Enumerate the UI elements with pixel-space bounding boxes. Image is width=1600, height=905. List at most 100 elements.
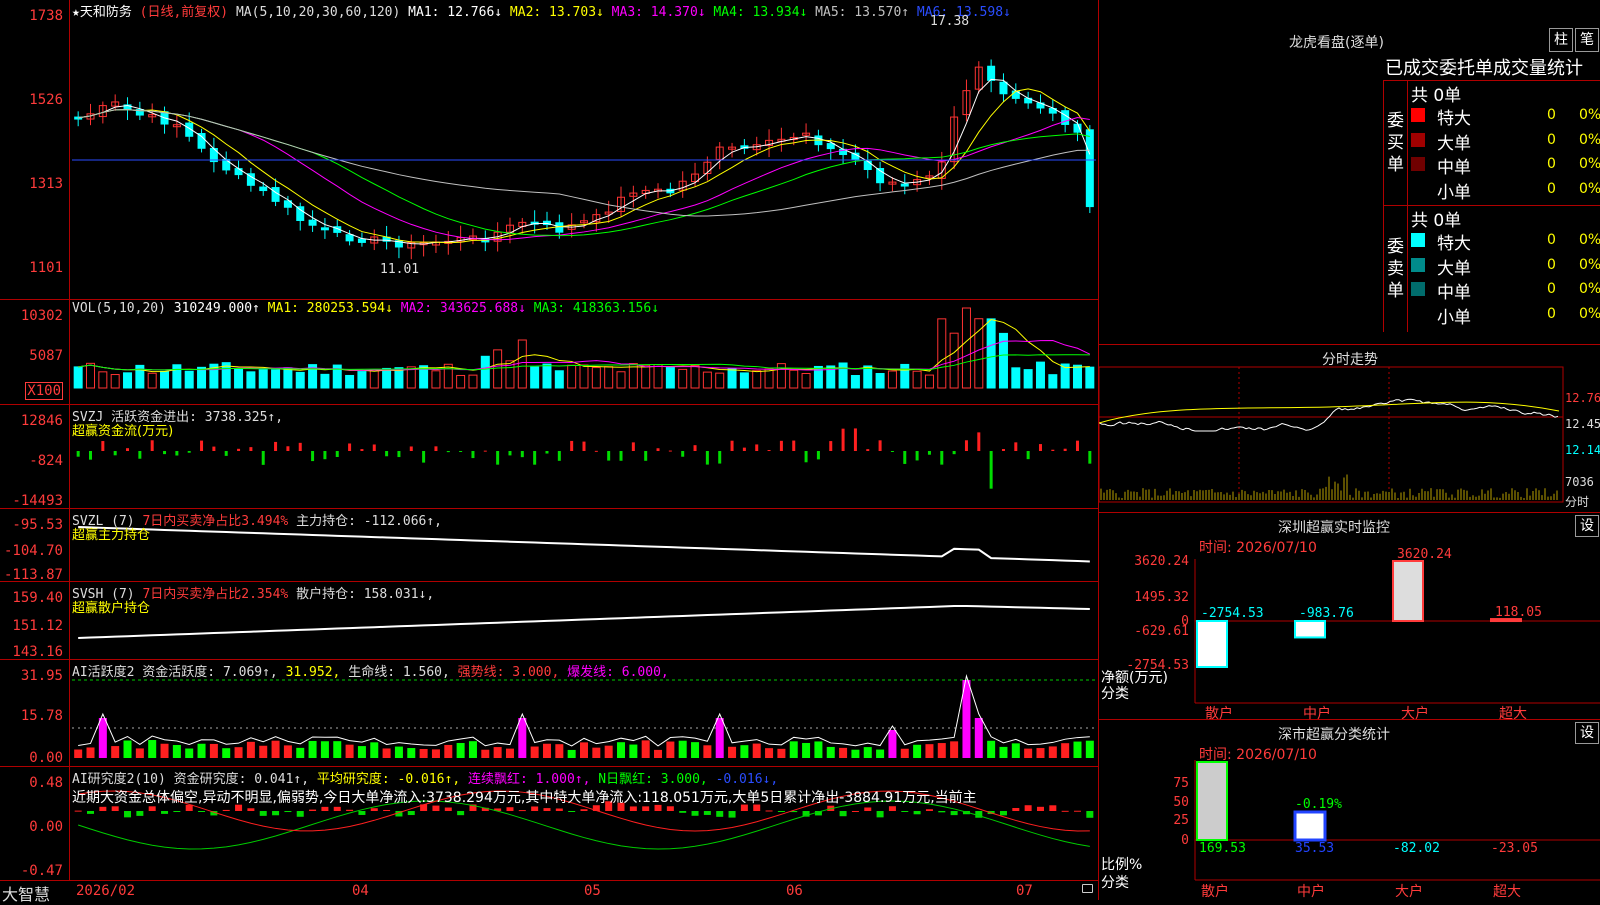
volume-bar <box>887 370 897 389</box>
buy-row-pct: 0% <box>1579 107 1600 123</box>
intraday-panel[interactable]: 分时走势 12.76 12.45 12.14 7036 分时 <box>1098 345 1600 513</box>
flow-bar <box>520 451 524 458</box>
volume-bar <box>702 371 712 389</box>
volume-bar <box>345 374 355 389</box>
volume-bar <box>197 366 207 389</box>
sell-row-value: 0 <box>1547 281 1556 297</box>
activity-bar <box>456 742 465 758</box>
flow-bar <box>138 451 142 459</box>
activity-bar <box>160 743 169 758</box>
flow-bar <box>890 451 894 452</box>
activity-bar <box>802 742 811 758</box>
volume-bar <box>690 365 700 389</box>
volume-bar <box>1048 374 1058 389</box>
sell-row-name: 小单 <box>1437 307 1471 328</box>
ai-activity-panel[interactable]: 31.95 15.78 0.00 AI活跃度2 资金活跃度: 7.069↑, 3… <box>0 660 1098 767</box>
sell-row-pct: 0% <box>1579 256 1600 273</box>
flow-bar <box>952 451 956 455</box>
svzj-sub: 超赢资金流(万元) <box>72 424 174 439</box>
flow-bar <box>286 446 290 451</box>
kline-panel[interactable]: 1738 1526 1313 1101 ★天和防务 (日线,前复权) MA(5,… <box>0 0 1098 300</box>
axis-tick: -629.61 <box>1134 624 1189 639</box>
sz2-bar <box>1293 810 1327 842</box>
activity-bar <box>222 748 231 758</box>
research-bar <box>222 809 230 811</box>
activity-bar <box>654 749 663 758</box>
swatch <box>1411 132 1425 147</box>
swatch <box>1411 257 1425 272</box>
activity-bar <box>1073 741 1082 758</box>
volume-bar <box>641 364 651 389</box>
ai-research-cont: 连续飘红: 1.000↑, <box>468 772 591 787</box>
lock-icon[interactable] <box>1082 884 1093 893</box>
activity-bar <box>444 744 453 758</box>
volume-bar <box>1035 361 1045 389</box>
research-bar <box>148 806 156 811</box>
flow-bar <box>459 451 463 452</box>
sz-monitor-chart: 3620.241495.320-629.61-2754.53-2754.53散户… <box>1126 547 1600 720</box>
sz1-category: 散户 <box>1205 705 1233 720</box>
axis-tick: 50 <box>1173 795 1189 810</box>
research-bar <box>321 806 329 811</box>
activity-bar <box>604 745 613 758</box>
flow-bar <box>483 450 487 452</box>
flow-bar <box>804 451 808 463</box>
swatch <box>1411 108 1425 122</box>
date-axis: 大智慧 2026/02 04 05 06 07 <box>0 880 1098 904</box>
activity-bar <box>419 749 428 758</box>
svsh-panel[interactable]: 159.40 151.12 143.16 SVSH (7) 7日内买卖净占比2.… <box>0 582 1098 660</box>
research-bar <box>370 808 378 811</box>
ai-research-panel[interactable]: 0.48 0.00 -0.47 AI研究度2(10) 资金研究度: 0.041↑… <box>0 767 1098 880</box>
activity-bar <box>111 746 120 758</box>
research-bar <box>1036 806 1044 811</box>
sz-monitor-axis-sub: 分类 <box>1101 686 1129 702</box>
research-bar <box>691 811 699 816</box>
bar-mode-button[interactable]: 柱 <box>1549 28 1573 52</box>
sz2-bar <box>1196 761 1228 841</box>
volume-bar <box>283 367 293 389</box>
research-bar <box>136 811 144 816</box>
research-bar <box>765 810 773 812</box>
candle-body <box>271 187 280 202</box>
flow-bar <box>767 450 771 452</box>
volume-bar <box>1085 366 1095 389</box>
research-bar <box>728 811 736 818</box>
activity-bar <box>1024 748 1033 758</box>
period-label[interactable]: (日线,前复权) <box>140 5 228 20</box>
date-label: 2026/02 <box>76 883 136 899</box>
flow-bar <box>237 448 241 451</box>
sz2-value: 169.53 <box>1199 841 1246 856</box>
sz-classify-panel[interactable]: 深市超赢分类统计 设 时间: 2026/07/10 75 50 25 0 -0.19% 1… <box>1098 720 1600 900</box>
svzl-panel[interactable]: -95.53 -104.70 -113.87 SVZL (7) 7日内买卖净占比… <box>0 509 1098 583</box>
activity-bar <box>826 746 835 758</box>
activity-bar <box>505 748 514 758</box>
sz-classify-axis-title: 比例% <box>1101 857 1143 873</box>
intraday-chart <box>1099 366 1564 503</box>
volume-bar <box>456 374 466 389</box>
activity-bar <box>370 742 379 758</box>
intraday-tick: 12.76 <box>1565 391 1600 405</box>
candle-body <box>234 168 243 176</box>
tick-mode-button[interactable]: 笔 <box>1575 28 1599 52</box>
activity-bar <box>715 718 724 758</box>
volume-bar <box>591 367 601 389</box>
svzl-ratio: 7日内买卖净占比3.494% <box>142 514 289 529</box>
vol-ma3: MA3: 418363.156↓ <box>533 301 660 316</box>
volume-bar <box>949 332 959 389</box>
activity-line <box>78 674 1090 747</box>
volume-bar <box>1011 367 1021 389</box>
stock-title[interactable]: ★天和防务 <box>72 5 132 20</box>
research-bar <box>296 811 304 817</box>
sell-row-pct: 0% <box>1579 305 1600 322</box>
activity-bar <box>999 746 1008 758</box>
activity-bar <box>752 743 761 758</box>
sell-row-value: 0 <box>1547 256 1556 273</box>
research-bar <box>925 809 933 811</box>
flow-bar <box>113 451 117 456</box>
flow-bar <box>792 440 796 451</box>
svzj-panel[interactable]: 12846 -824 -14493 SVZJ 活跃资金进出: 3738.325↑… <box>0 405 1098 509</box>
volume-panel[interactable]: 10302 5087 X100 VOL(5,10,20) 310249.000↑… <box>0 300 1098 405</box>
sz-monitor-panel[interactable]: 深圳超赢实时监控 设 时间: 2026/07/10 3620.24 1495.32… <box>1098 513 1600 720</box>
flow-bar <box>298 442 302 451</box>
research-bar <box>642 806 650 811</box>
